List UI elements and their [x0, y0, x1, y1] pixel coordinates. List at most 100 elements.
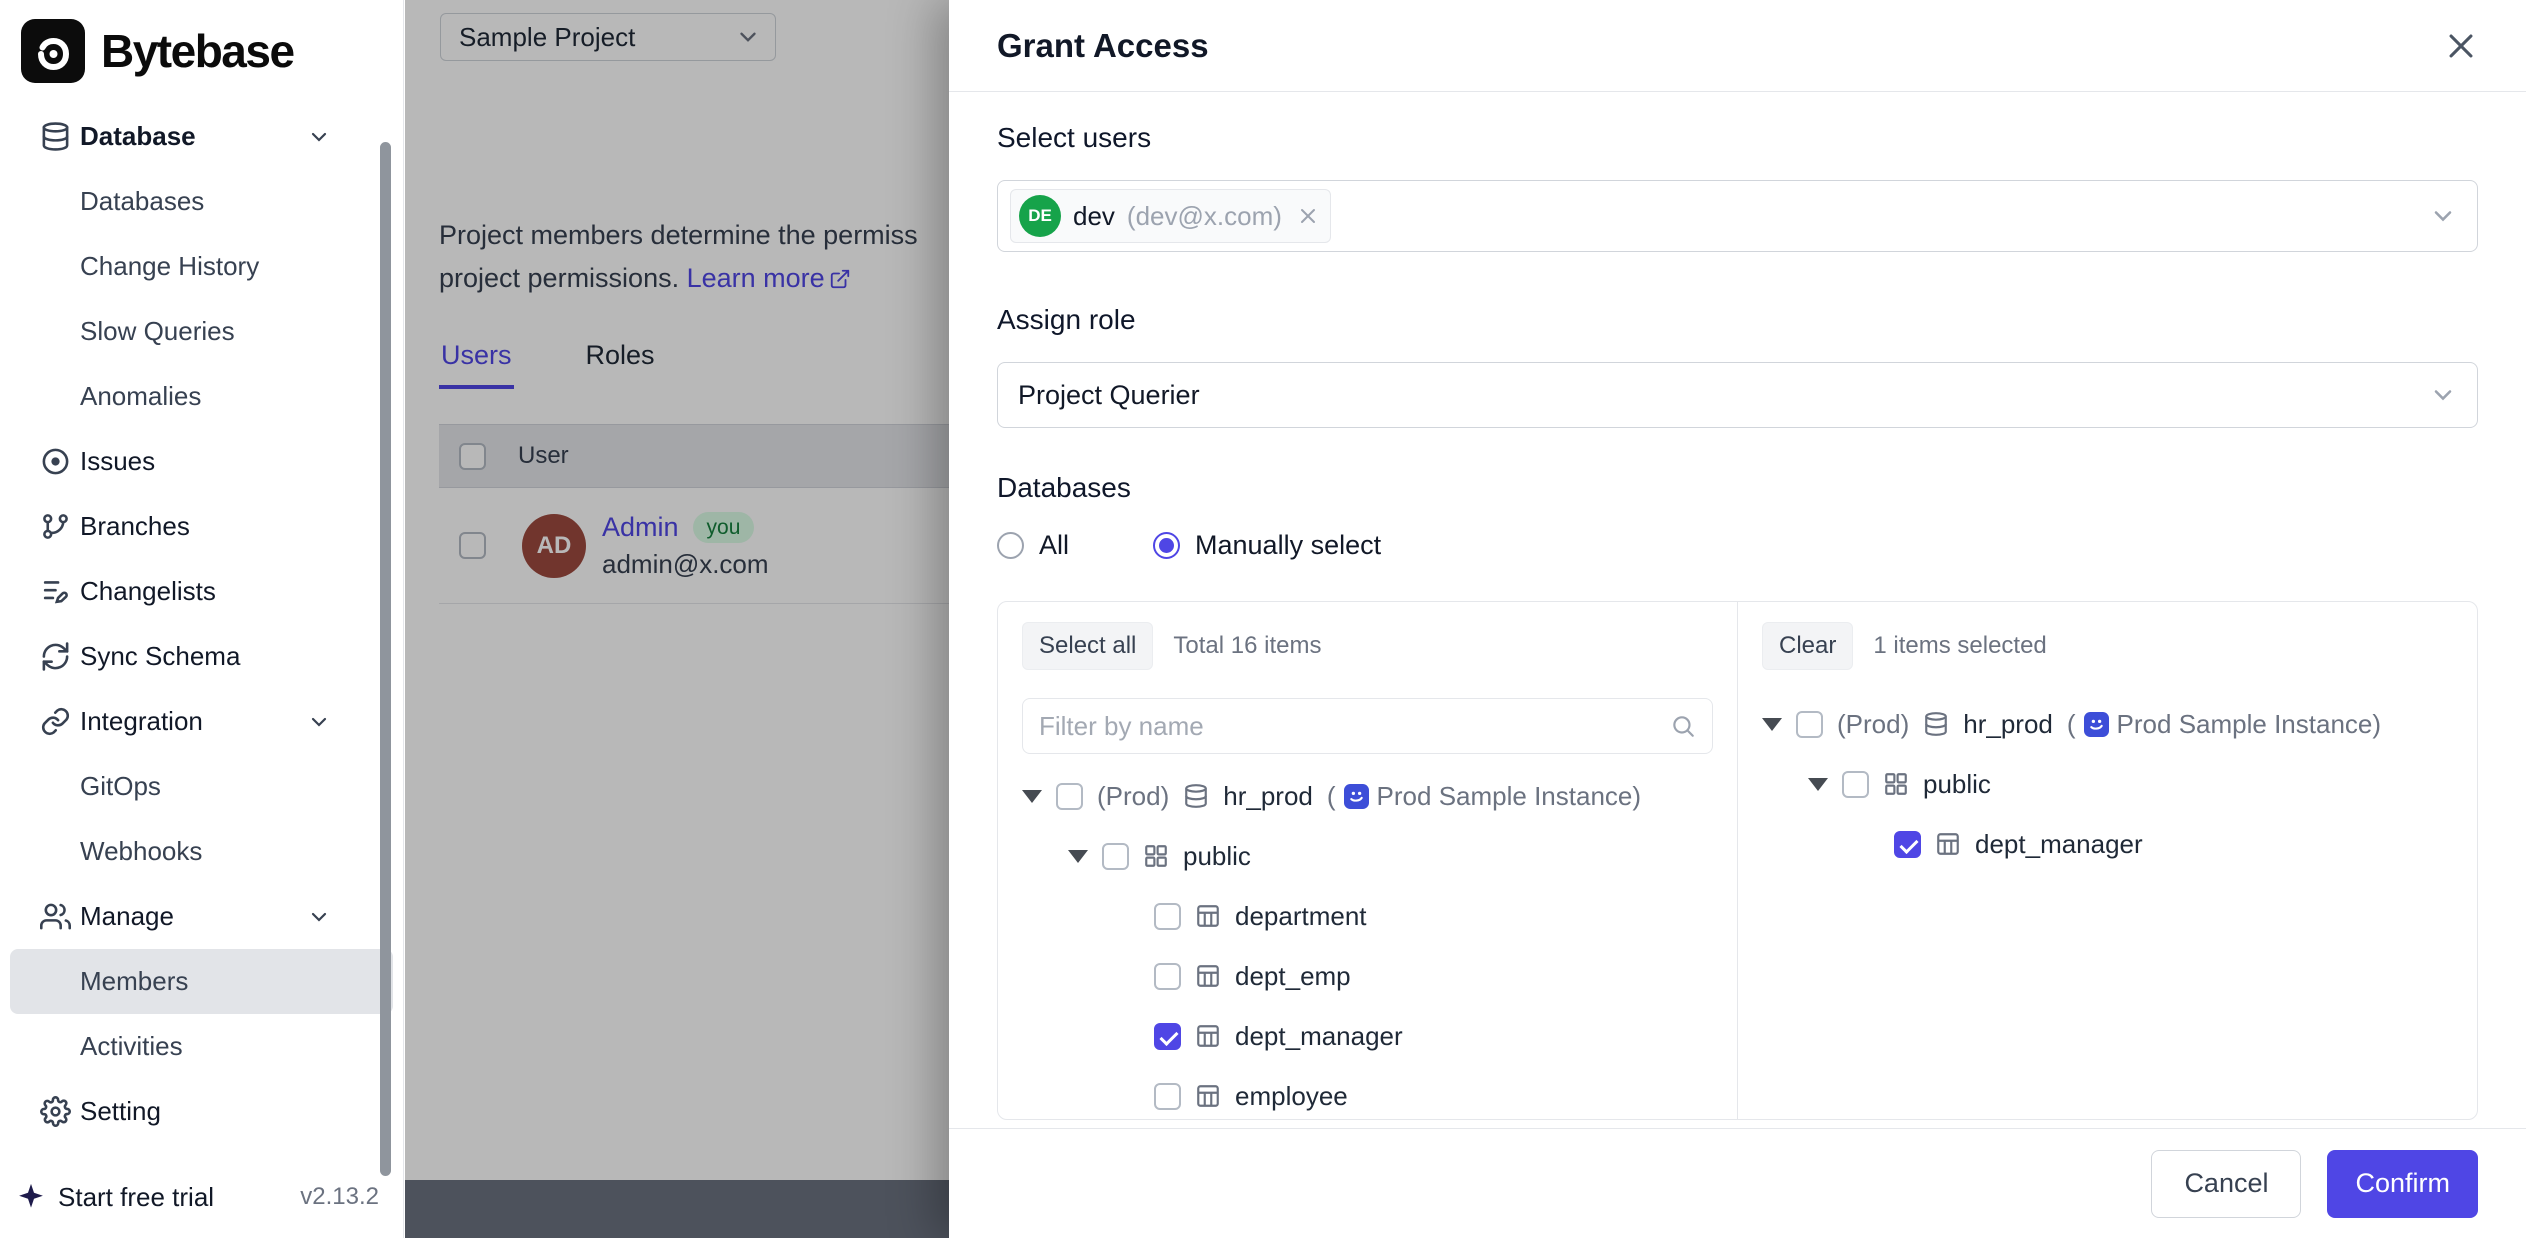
role-select[interactable]: Project Querier [997, 362, 2478, 428]
database-icon [1923, 711, 1949, 737]
select-users-label: Select users [997, 122, 2478, 154]
schema-name: public [1923, 769, 1991, 800]
checkbox[interactable] [1056, 783, 1083, 810]
sidebar-item-database[interactable]: Database [10, 104, 393, 169]
table-icon [1935, 831, 1961, 857]
confirm-button[interactable]: Confirm [2327, 1150, 2478, 1218]
checkbox[interactable] [1796, 711, 1823, 738]
radio-circle [997, 532, 1024, 559]
tree-row-database[interactable]: (Prod) hr_prod ( Prod Sample Instance) [1762, 694, 2453, 754]
sidebar-item-members[interactable]: Members [10, 949, 393, 1014]
cancel-button[interactable]: Cancel [2151, 1150, 2301, 1218]
checkbox[interactable] [1154, 903, 1181, 930]
table-name: dept_manager [1235, 1021, 1403, 1052]
schema-icon [1883, 771, 1909, 797]
sidebar-item-label: Slow Queries [80, 316, 235, 347]
tree-row-schema[interactable]: public [1762, 754, 2453, 814]
sidebar-item-manage[interactable]: Manage [10, 884, 393, 949]
tree-row-database[interactable]: (Prod) hr_prod ( Prod Sample Instance) [1022, 766, 1713, 826]
sidebar-item-activities[interactable]: Activities [10, 1014, 393, 1079]
sidebar-item-issues[interactable]: Issues [10, 429, 393, 494]
avatar: DE [1019, 195, 1061, 237]
total-items-label: Total 16 items [1173, 632, 1321, 660]
brand-logo[interactable]: Bytebase [0, 0, 403, 104]
start-free-trial-link[interactable]: Start free trial [58, 1182, 214, 1213]
checkbox[interactable] [1842, 771, 1869, 798]
tree-row-table[interactable]: employee [1022, 1066, 1713, 1119]
caret-expanded-icon[interactable] [1022, 790, 1042, 803]
table-icon [1195, 1023, 1221, 1049]
caret-expanded-icon[interactable] [1068, 850, 1088, 863]
brand-name: Bytebase [101, 24, 294, 78]
filter-field [1022, 698, 1713, 754]
database-icon [40, 121, 71, 152]
drawer-header: Grant Access [949, 0, 2526, 92]
checkbox[interactable] [1102, 843, 1129, 870]
selected-user-chip: DE dev (dev@x.com) [1010, 189, 1331, 243]
filter-input[interactable] [1039, 711, 1660, 742]
users-multiselect[interactable]: DE dev (dev@x.com) [997, 180, 2478, 252]
sidebar-item-label: Anomalies [80, 381, 201, 412]
sidebar-item-slow-queries[interactable]: Slow Queries [10, 299, 393, 364]
app-screen: Bytebase Database Databases Change Histo… [0, 0, 2526, 1238]
table-icon [1195, 1083, 1221, 1109]
checkbox[interactable] [1154, 1083, 1181, 1110]
checkbox[interactable] [1894, 831, 1921, 858]
sidebar-item-label: Change History [80, 251, 259, 282]
drawer-footer: Cancel Confirm [949, 1128, 2526, 1238]
database-name: hr_prod [1223, 781, 1313, 812]
radio-manually-select[interactable]: Manually select [1153, 530, 1381, 561]
transfer-source-pane: Select all Total 16 items (Prod) [998, 602, 1737, 1119]
chevron-down-icon [2429, 202, 2457, 230]
drawer-title: Grant Access [997, 27, 1209, 65]
sidebar-item-sync-schema[interactable]: Sync Schema [10, 624, 393, 689]
caret-expanded-icon[interactable] [1762, 718, 1782, 731]
sidebar-nav: Database Databases Change History Slow Q… [0, 104, 403, 1166]
select-all-button[interactable]: Select all [1022, 622, 1153, 670]
sidebar-item-label: Webhooks [80, 836, 202, 867]
sidebar-item-databases[interactable]: Databases [10, 169, 393, 234]
sidebar-item-label: Databases [80, 186, 204, 217]
instance-label: ( Prod Sample Instance) [1327, 781, 1641, 812]
caret-expanded-icon[interactable] [1808, 778, 1828, 791]
close-icon[interactable] [2438, 23, 2484, 69]
sidebar-item-changelists[interactable]: Changelists [10, 559, 393, 624]
chevron-down-icon [307, 905, 331, 929]
sidebar-item-branches[interactable]: Branches [10, 494, 393, 559]
git-branch-icon [40, 511, 71, 542]
sidebar-item-integration[interactable]: Integration [10, 689, 393, 754]
remove-user-icon[interactable] [1296, 204, 1320, 228]
sidebar-item-change-history[interactable]: Change History [10, 234, 393, 299]
users-icon [40, 901, 71, 932]
checkbox[interactable] [1154, 1023, 1181, 1050]
schema-name: public [1183, 841, 1251, 872]
sidebar-item-anomalies[interactable]: Anomalies [10, 364, 393, 429]
sparkle-icon [16, 1182, 46, 1212]
grant-access-drawer: Grant Access Select users DE dev (dev@x.… [949, 0, 2526, 1238]
clear-button[interactable]: Clear [1762, 622, 1853, 670]
drawer-body: Select users DE dev (dev@x.com) Assign r… [949, 92, 2526, 1128]
sidebar-item-gitops[interactable]: GitOps [10, 754, 393, 819]
table-name: dept_emp [1235, 961, 1351, 992]
sidebar-item-label: Activities [80, 1031, 183, 1062]
chevron-down-icon [307, 125, 331, 149]
sidebar: Bytebase Database Databases Change Histo… [0, 0, 404, 1238]
database-transfer: Select all Total 16 items (Prod) [997, 601, 2478, 1120]
chevron-down-icon [2429, 381, 2457, 409]
assign-role-label: Assign role [997, 304, 2478, 336]
tree-row-table[interactable]: dept_manager [1022, 1006, 1713, 1066]
table-name: employee [1235, 1081, 1348, 1112]
sidebar-scrollbar[interactable] [380, 142, 391, 1176]
radio-all[interactable]: All [997, 530, 1069, 561]
tree-row-table[interactable]: department [1022, 886, 1713, 946]
tree-row-schema[interactable]: public [1022, 826, 1713, 886]
source-tree: (Prod) hr_prod ( Prod Sample Instance) [1022, 766, 1713, 1119]
tree-row-table[interactable]: dept_manager [1762, 814, 2453, 874]
tree-row-table[interactable]: dept_emp [1022, 946, 1713, 1006]
instance-icon [2084, 712, 2109, 737]
sidebar-item-setting[interactable]: Setting [10, 1079, 393, 1144]
table-icon [1195, 903, 1221, 929]
checkbox[interactable] [1154, 963, 1181, 990]
sidebar-item-label: Database [80, 121, 196, 152]
sidebar-item-webhooks[interactable]: Webhooks [10, 819, 393, 884]
